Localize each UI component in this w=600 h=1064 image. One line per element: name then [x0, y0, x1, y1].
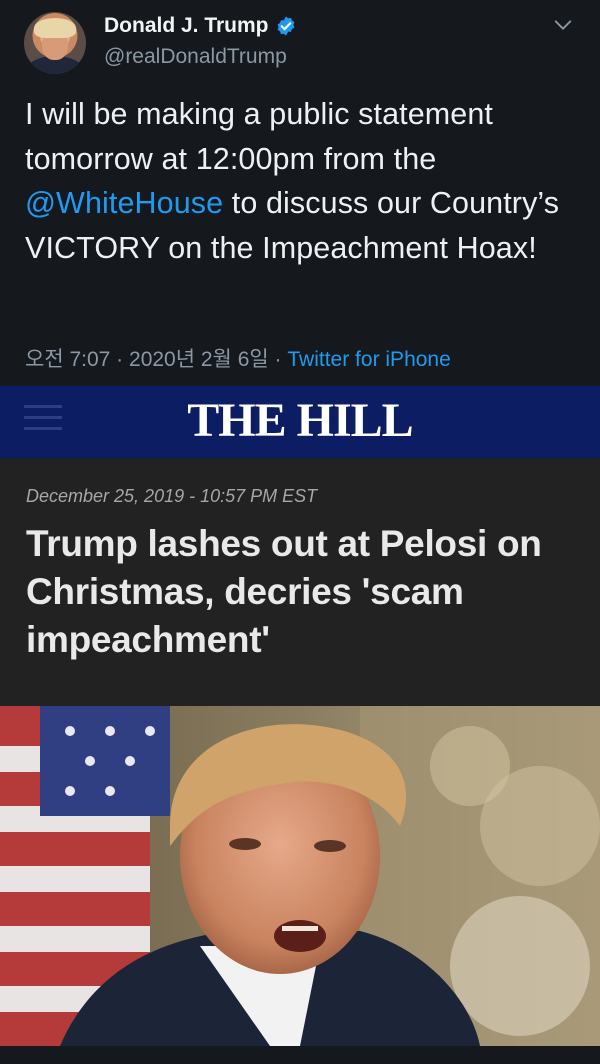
author-display-name[interactable]: Donald J. Trump: [104, 14, 269, 38]
mention-link[interactable]: @WhiteHouse: [25, 186, 223, 220]
bottom-band: [0, 1046, 600, 1064]
article-headline[interactable]: Trump lashes out at Pelosi on Christmas,…: [26, 520, 586, 664]
avatar[interactable]: [24, 12, 86, 74]
tweet-timestamp[interactable]: 오전 7:07 · 2020년 2월 6일 ·: [25, 348, 287, 371]
tweet-source-link[interactable]: Twitter for iPhone: [287, 348, 450, 371]
tweet-card: Donald J. Trump @realDonaldTrump I will …: [0, 0, 600, 386]
tweet-text: I will be making a public statement tomo…: [25, 92, 585, 270]
tweet-text-part: I will be making a public statement tomo…: [25, 97, 493, 176]
verified-badge-icon: [277, 16, 294, 36]
author-name-row[interactable]: Donald J. Trump: [104, 14, 297, 38]
author-handle[interactable]: @realDonaldTrump: [104, 45, 287, 69]
publication-logo[interactable]: THE HILL: [0, 393, 600, 448]
tweet-meta: 오전 7:07 · 2020년 2월 6일 · Twitter for iPho…: [25, 343, 451, 373]
article-date: December 25, 2019 - 10:57 PM EST: [26, 486, 318, 506]
article-photo: [0, 706, 600, 1046]
chevron-down-icon[interactable]: [552, 14, 574, 36]
